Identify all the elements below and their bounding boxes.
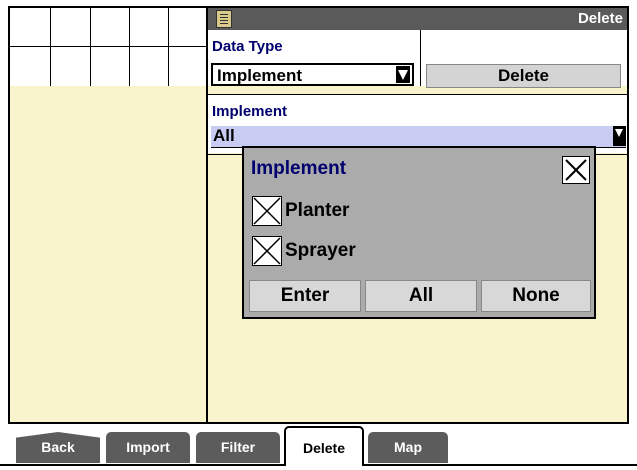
sprayer-checkbox[interactable] (252, 236, 282, 266)
implement-value: All (213, 126, 235, 145)
chevron-down-icon (396, 66, 410, 83)
title-bar: Delete (208, 8, 627, 30)
implement-label: Implement (212, 103, 288, 120)
delete-button[interactable]: Delete (426, 64, 621, 88)
planter-label: Planter (285, 200, 350, 221)
tab-filter[interactable]: Filter (196, 432, 280, 463)
chevron-down-icon (613, 126, 626, 146)
data-type-label: Data Type (212, 38, 283, 55)
sprayer-label: Sprayer (285, 240, 356, 261)
left-panel (10, 86, 206, 422)
tab-import[interactable]: Import (106, 432, 190, 463)
implement-dropdown[interactable]: All (211, 126, 626, 148)
close-icon[interactable] (562, 156, 590, 184)
data-type-dropdown[interactable]: Implement (211, 63, 414, 86)
notebook-icon (216, 10, 232, 28)
all-button[interactable]: All (365, 280, 477, 312)
tab-back[interactable]: Back (16, 432, 100, 463)
page-title: Delete (577, 10, 623, 27)
tab-bar: Back Import Filter Delete Map (0, 424, 637, 470)
enter-button[interactable]: Enter (249, 280, 361, 312)
planter-checkbox[interactable] (252, 196, 282, 226)
popup-title: Implement (251, 158, 347, 179)
tab-map[interactable]: Map (368, 432, 448, 463)
data-type-value: Implement (217, 66, 303, 85)
implement-popup: Implement Planter Sprayer Enter All None (242, 146, 596, 319)
none-button[interactable]: None (481, 280, 591, 312)
shortcut-grid (10, 8, 206, 88)
tab-delete[interactable]: Delete (284, 426, 364, 466)
